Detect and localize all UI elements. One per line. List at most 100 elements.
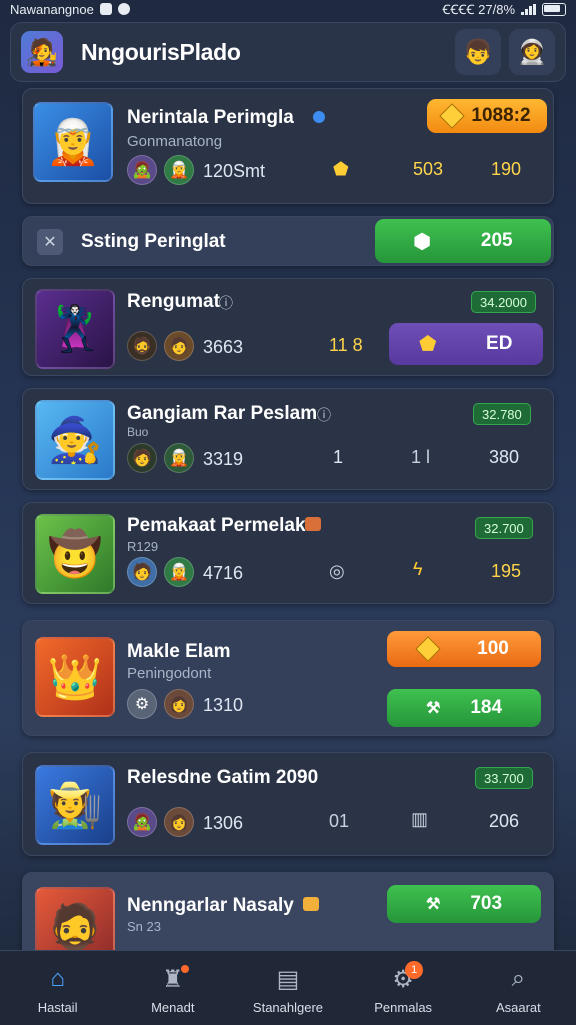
banner-label: Ssting Peringlat: [81, 231, 226, 252]
gem-icon: [415, 636, 441, 662]
battery-icon: [542, 2, 566, 16]
player-avatar: 👑: [35, 637, 115, 717]
ally-avatar: 🧑: [127, 443, 157, 473]
tools-icon: ⚒: [425, 896, 441, 913]
chest-icon: [305, 517, 321, 531]
signal-icon: [521, 3, 536, 15]
gem-reward-button[interactable]: 100: [387, 631, 541, 667]
tools-icon: ⚒: [425, 700, 441, 717]
player-subtitle: Buo: [127, 425, 149, 439]
ally-avatar: 👩: [164, 689, 194, 719]
nav-label: Menadt: [151, 1000, 195, 1015]
player-name: Nerintala Perimgla: [127, 107, 294, 128]
nav-item-settings[interactable]: ⚙ 1 Penmalas: [353, 951, 453, 1025]
shield-icon: ⬟: [419, 333, 437, 355]
close-icon[interactable]: ✕: [37, 229, 63, 255]
nav-label: Stanahlgere: [252, 1000, 324, 1015]
ally-avatar: 🧟: [127, 155, 157, 185]
nav-item-search[interactable]: ⌕ Asaarat: [468, 951, 568, 1025]
gem-reward-value: 1088:2: [471, 105, 531, 126]
bottom-navigation: ⌂ Hastail ♜ Menadt ▤ Stanahlgere ⚙ 1 Pen…: [0, 950, 576, 1025]
player-avatar: 🧑‍🌾: [35, 765, 115, 845]
player-card[interactable]: 👑 Makle Elam Peningodont ⚙ 👩 1310 100 ⚒ …: [22, 620, 554, 736]
astronaut-icon[interactable]: 👩‍🚀: [509, 29, 555, 75]
nav-item-home[interactable]: ⌂ Hastail: [8, 951, 108, 1025]
player-card[interactable]: 🦹 Rengumat ⓘ 🧔 🧑 3663 11 8 34.2000 ⬟ ED: [22, 278, 554, 376]
stat-value: 206: [489, 811, 520, 831]
app-logo-icon[interactable]: 🧑‍🎤: [21, 31, 63, 73]
stat-value: 503: [413, 159, 444, 179]
rating-badge: 33.700: [475, 767, 533, 789]
stat-value: 190: [491, 159, 522, 179]
gem-reward-value: 100: [477, 638, 509, 659]
chest-icon: [303, 897, 319, 911]
gem-icon: [439, 103, 466, 129]
upgrade-value: 703: [470, 893, 503, 914]
ally-avatar: 👩: [164, 807, 194, 837]
document-icon: ▤: [276, 965, 300, 993]
status-right-text: ꞒꞒꞒꞒ 27/8%: [442, 2, 515, 17]
player-name: Gangiam Rar Peslam: [127, 403, 318, 424]
app-title: NngourisPlado: [81, 38, 241, 65]
upgrade-button[interactable]: ⚒ 184: [387, 689, 541, 727]
banner-value-button[interactable]: ⬢ 205: [375, 219, 551, 263]
status-left-text: Nawanangnoe: [10, 1, 94, 17]
stat-value: 01: [329, 811, 350, 831]
nav-label: Hastail: [37, 1000, 78, 1015]
claim-button-label: ED: [486, 333, 513, 354]
player-card[interactable]: 🤠 Pemakaat Permelak R129 🧑 🧝 4716 ◎ ϟ 19…: [22, 502, 554, 604]
player-avatar: 🦹: [35, 289, 115, 369]
stat-value: 11 8: [329, 335, 363, 355]
player-name: Nenngarlar Nasaly: [127, 895, 294, 916]
score-value: 1306: [203, 813, 244, 833]
notification-dot: [180, 965, 189, 973]
nav-item-document[interactable]: ▤ Stanahlgere: [238, 951, 338, 1025]
player-name: Rengumat: [127, 291, 220, 312]
upgrade-button[interactable]: ⚒ 703: [387, 885, 541, 923]
player-card[interactable]: 🧝 Nerintala Perimgla Gonmanatong 🧟 🧝 120…: [22, 88, 554, 204]
profile-avatar-icon[interactable]: 👦: [455, 29, 501, 75]
nav-item-castle[interactable]: ♜ Menadt: [123, 951, 223, 1025]
rating-badge: 32.780: [473, 403, 531, 425]
banner-value: 205: [480, 230, 513, 251]
stat-value: 380: [489, 447, 520, 467]
score-value: 3663: [203, 337, 244, 357]
ally-avatar: 🧔: [127, 331, 157, 361]
score-value: 120Smt: [203, 161, 266, 181]
player-avatar: 🧝: [33, 102, 113, 182]
player-name: Pemakaat Permelak: [127, 515, 306, 536]
notification-icon: [99, 3, 112, 15]
stat-value: 1: [333, 447, 344, 467]
ally-avatar: 🧝: [164, 557, 194, 587]
player-avatar: 🧙: [35, 400, 115, 480]
nav-label: Asaarat: [495, 1000, 541, 1015]
ally-avatar: ⚙: [127, 689, 157, 719]
verified-icon: [313, 111, 325, 123]
home-icon: ⌂: [50, 965, 65, 992]
upgrade-value: 184: [470, 697, 503, 718]
nav-label: Penmalas: [374, 1000, 433, 1015]
gem-reward-button[interactable]: 1088:2: [427, 99, 547, 133]
player-subtitle: Gonmanatong: [127, 133, 223, 150]
ally-avatar: 🧝: [164, 155, 194, 185]
search-user-icon: ⌕: [511, 965, 526, 992]
rating-badge: 34.2000: [471, 291, 536, 313]
notification-icon: [117, 3, 130, 15]
score-value: 4716: [203, 563, 244, 583]
cube-icon: ⬢: [413, 230, 431, 253]
rating-badge: 32.700: [475, 517, 533, 539]
stat-value: 1 l: [411, 447, 431, 467]
player-name: Relesdne Gatim 2090: [127, 767, 319, 788]
player-card[interactable]: 🧙 Gangiam Rar Peslam ⓘ Buo 🧑 🧝 3319 1 1 …: [22, 388, 554, 490]
ally-avatar: 🧑: [164, 331, 194, 361]
ally-avatar: 🧑: [127, 557, 157, 587]
score-value: 3319: [203, 449, 244, 469]
info-icon: ⓘ: [317, 407, 331, 423]
ranking-banner[interactable]: ✕ Ssting Peringlat ⬢ 205: [22, 216, 554, 266]
player-subtitle: Peningodont: [127, 665, 212, 682]
stat-value: 195: [491, 561, 522, 581]
app-header: 🧑‍🎤 NngourisPlado 👦 👩‍🚀: [10, 22, 566, 82]
claim-button[interactable]: ⬟ ED: [389, 323, 543, 365]
player-card[interactable]: 🧑‍🌾 Relesdne Gatim 2090 🧟 👩 1306 01 ▥ 20…: [22, 752, 554, 856]
ally-avatar: 🧟: [127, 807, 157, 837]
